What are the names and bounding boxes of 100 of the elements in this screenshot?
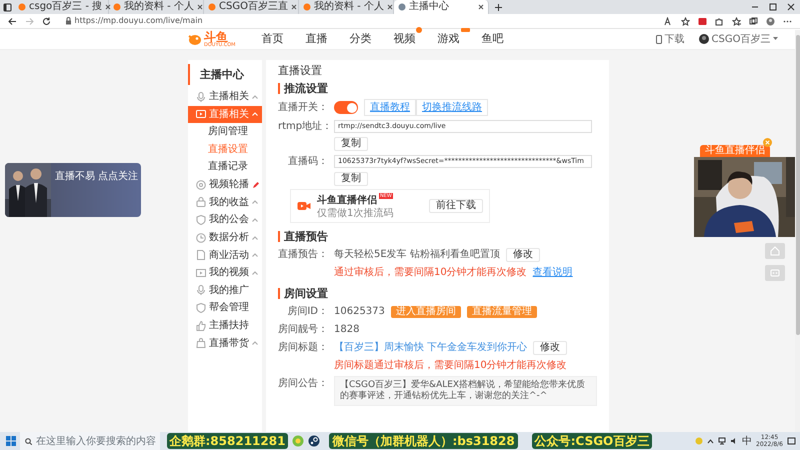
- download-link[interactable]: 下载: [664, 32, 684, 46]
- nav-link[interactable]: 首页: [262, 30, 284, 48]
- overlay-caption: 微信号（加群机器人）:bs31828: [329, 433, 518, 449]
- sidebar-title: 主播中心: [188, 64, 262, 85]
- section-heading: 推流设置: [278, 83, 597, 94]
- sidebar-item[interactable]: 数据分析: [188, 228, 262, 246]
- caret-icon[interactable]: [773, 37, 778, 41]
- new-tab-icon[interactable]: [494, 2, 503, 12]
- favorites-icon[interactable]: [732, 16, 741, 26]
- input-method[interactable]: 中: [742, 434, 752, 448]
- browser-tab[interactable]: 主播中心: [394, 0, 489, 14]
- profile-icon[interactable]: [766, 16, 775, 26]
- thumbs-up-icon: [196, 320, 206, 331]
- field-label: rtmp地址：: [278, 120, 328, 134]
- sidebar-item[interactable]: 视频轮播: [188, 176, 262, 194]
- warning-text: 房间标题通过审核后，需要间隔10分钟才能再次修改: [334, 358, 567, 373]
- announcement-field[interactable]: 【CSGO百岁三】爱华&ALEX搭档解说，希望能给您带来优质的赛事评述，开通钻粉优先上车，谢谢您的关注^-^: [334, 376, 597, 406]
- nav-link[interactable]: 直播: [306, 30, 328, 48]
- browser-tab[interactable]: CSGO百岁三直: [204, 0, 299, 14]
- sidebar-item[interactable]: 主播扶持: [188, 316, 262, 334]
- sidebar-item[interactable]: 直播带货: [188, 334, 262, 352]
- sidebar-subitem[interactable]: 房间管理: [188, 123, 262, 141]
- favicon-icon: [303, 3, 311, 11]
- favicon-icon: [113, 3, 121, 11]
- sidebar-item[interactable]: 帮会管理: [188, 299, 262, 317]
- sidebar-item[interactable]: 我的推广: [188, 282, 262, 300]
- video-icon: [196, 268, 206, 278]
- sidebar-item[interactable]: 主播相关: [188, 88, 262, 106]
- close-icon[interactable]: [787, 3, 795, 11]
- document-icon: [196, 250, 206, 260]
- sidebar-item[interactable]: 我的收益: [188, 194, 262, 212]
- window-menu-icon[interactable]: [2, 2, 12, 12]
- lock-icon: [65, 17, 72, 25]
- sidebar-subitem[interactable]: 直播记录: [188, 158, 262, 176]
- shield-icon: [196, 302, 206, 313]
- reload-icon[interactable]: [42, 16, 51, 26]
- page-title: 直播设置: [278, 64, 323, 78]
- bag-icon: [196, 338, 206, 348]
- extension-icon[interactable]: [698, 16, 707, 26]
- banner-text: 直播不易 点点关注: [54, 170, 138, 184]
- field-value: 10625373: [334, 305, 385, 319]
- browser-tab[interactable]: 我的资料 - 个人: [109, 0, 204, 14]
- edit-button[interactable]: 修改: [533, 340, 568, 354]
- field-label: 直播预告：: [278, 248, 328, 262]
- field-label: 房间ID：: [286, 304, 328, 319]
- overlay-caption: 公众号:CSGO百岁三: [532, 433, 652, 449]
- search-field[interactable]: 在这里输入你要搜索的内容: [20, 432, 160, 450]
- close-icon[interactable]: [105, 4, 112, 10]
- copy-button[interactable]: 复制: [334, 172, 368, 186]
- star-icon[interactable]: [681, 16, 690, 26]
- sidebar-item[interactable]: 我的视频: [188, 264, 262, 282]
- link[interactable]: 切换推流线路: [416, 99, 488, 116]
- promo-subtitle: 仅需做1次推流码: [317, 208, 394, 219]
- toggle-switch[interactable]: [334, 101, 358, 114]
- section-heading: 直播预告: [278, 231, 597, 242]
- field-label: 房间公告：: [278, 376, 328, 391]
- search-icon: [25, 438, 32, 444]
- avatar[interactable]: [698, 34, 708, 44]
- nav-link[interactable]: 视频: [394, 30, 416, 48]
- close-icon[interactable]: [290, 4, 297, 10]
- nav-link[interactable]: 鱼吧: [482, 30, 504, 48]
- back-icon[interactable]: [8, 16, 17, 26]
- field-value: 1828: [334, 323, 360, 337]
- notification-icon[interactable]: [787, 436, 796, 446]
- help-link[interactable]: 查看说明: [532, 265, 573, 280]
- clock-icon: [196, 232, 206, 243]
- read-aloud-icon[interactable]: [664, 16, 673, 26]
- field-label: 房间标题：: [278, 340, 328, 355]
- edit-button[interactable]: 修改: [506, 248, 540, 262]
- sidebar-item[interactable]: 商业活动: [188, 246, 262, 264]
- overlay-caption: 企鹅群:858211281: [166, 433, 288, 449]
- close-icon[interactable]: [478, 4, 484, 10]
- browser-tab[interactable]: csgo百岁三 - 搜: [14, 0, 109, 14]
- network-icon[interactable]: [718, 437, 726, 445]
- promo-title: 斗鱼直播伴侣: [317, 195, 377, 206]
- close-icon[interactable]: [196, 4, 203, 10]
- field-label: 直播开关：: [278, 100, 328, 115]
- microphone-icon: [196, 285, 206, 296]
- copy-button[interactable]: 复制: [334, 137, 368, 151]
- user-name[interactable]: CSGO百岁三: [712, 32, 770, 46]
- section-heading: 房间设置: [278, 288, 597, 299]
- download-button[interactable]: 前往下载: [429, 199, 483, 213]
- chevron-icon[interactable]: [707, 438, 714, 444]
- warning-text: 通过审核后，需要间隔10分钟才能再次修改: [334, 266, 527, 280]
- field-value: 每天轻松5E发车 钻粉福利看鱼吧置顶: [334, 248, 500, 262]
- favicon-icon: [18, 3, 26, 11]
- nav-link[interactable]: 分类: [350, 30, 372, 48]
- address-bar[interactable]: https://mp.douyu.com/live/main: [59, 15, 656, 27]
- start-icon[interactable]: [6, 436, 16, 446]
- phone-icon: [656, 34, 662, 44]
- companion-tag: 斗鱼直播伴侣: [700, 145, 770, 157]
- maximize-icon[interactable]: [769, 3, 777, 11]
- field-label: 直播码：: [287, 154, 328, 169]
- field-label: 房间靓号：: [278, 322, 328, 337]
- close-icon[interactable]: [386, 4, 393, 10]
- home-icon: [769, 245, 781, 257]
- collections-icon[interactable]: [749, 16, 758, 26]
- nav-link[interactable]: 游戏: [438, 30, 460, 48]
- sidebar-item[interactable]: 我的公会: [188, 211, 262, 229]
- steam-icon[interactable]: [308, 435, 320, 447]
